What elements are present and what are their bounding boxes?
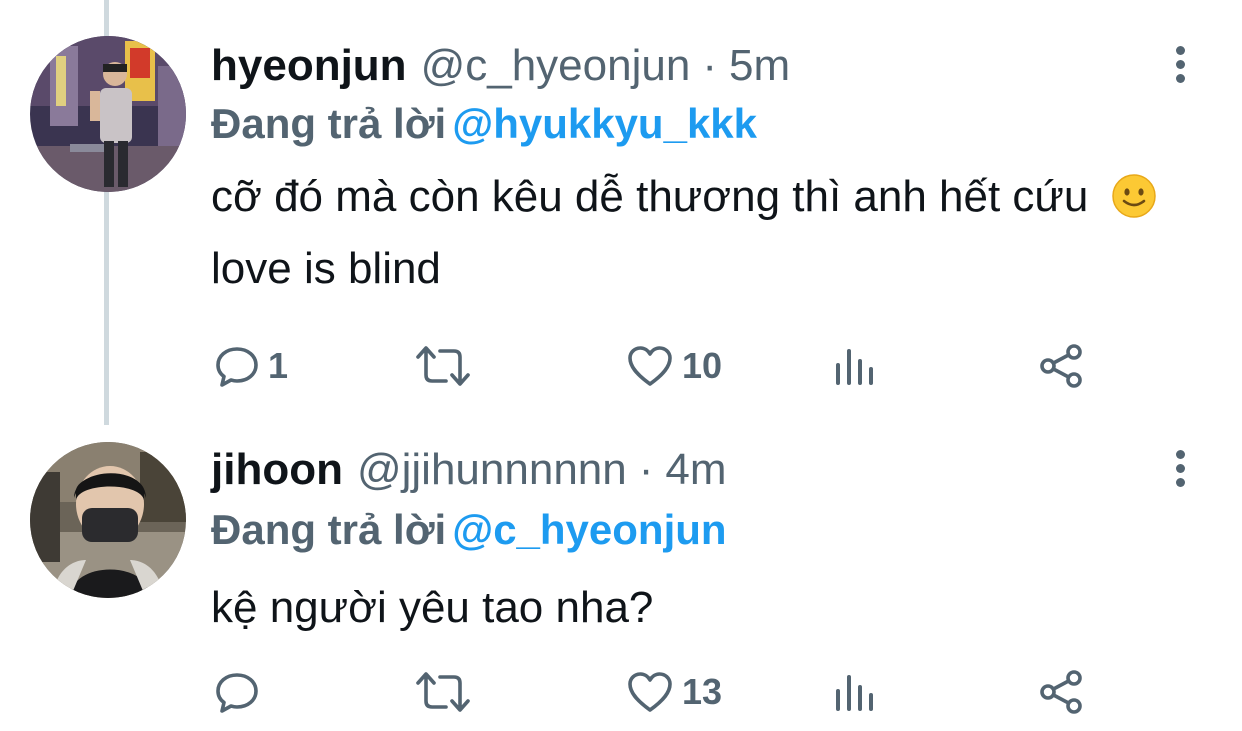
tweet-text-part: love is blind [211,244,441,293]
analytics-button[interactable] [834,340,876,392]
mention-link[interactable]: @hyukkyu_kkk [452,100,757,147]
reply-button[interactable]: 1 [214,340,288,392]
reply-count: 1 [268,345,289,386]
display-name[interactable]: hyeonjun [211,38,407,94]
display-name[interactable]: jihoon [211,442,343,498]
slightly-smiling-face-icon [1111,173,1157,219]
separator: · [638,445,654,494]
mention-link[interactable]: @c_hyeonjun [452,506,726,553]
user-handle[interactable]: @c_hyeonjun [421,38,691,94]
tweet-actions: 13 [0,666,1242,718]
tweet-header: hyeonjun @c_hyeonjun · 5m [211,38,790,94]
share-button[interactable] [1038,666,1084,718]
replying-to: Đang trả lời @c_hyeonjun [211,504,727,556]
share-button[interactable] [1038,340,1084,392]
analytics-icon [836,349,873,385]
avatar[interactable] [30,36,186,192]
timestamp[interactable]: 5m [729,38,790,94]
tweet-text-part: kệ người yêu tao nha? [211,583,654,632]
replying-to-label: Đang trả lời [211,100,447,147]
like-count: 10 [682,345,723,386]
user-handle[interactable]: @jjihunnnnnn [357,442,627,498]
reply-button[interactable] [214,666,268,718]
like-button[interactable]: 10 [626,340,722,392]
analytics-icon [836,675,873,711]
avatar[interactable] [30,442,186,598]
reply-icon [216,347,258,387]
heart-icon [628,346,672,386]
like-button[interactable]: 13 [626,666,722,718]
tweet[interactable]: jihoon @jjihunnnnnn · 4m Đang trả lời @c_… [0,420,1242,731]
analytics-button[interactable] [834,666,876,718]
replying-to: Đang trả lời @hyukkyu_kkk [211,98,757,150]
replying-to-label: Đang trả lời [211,506,447,553]
tweet[interactable]: hyeonjun @c_hyeonjun · 5m Đang trả lời @h… [0,0,1242,400]
tweet-header: jihoon @jjihunnnnnn · 4m [211,442,727,498]
separator: · [702,41,717,90]
retweet-icon [416,346,470,386]
share-icon [1040,670,1082,714]
retweet-button[interactable] [414,340,480,392]
tweet-text: kệ người yêu tao nha? [211,572,1211,644]
like-count: 13 [682,671,723,712]
tweet-thread: hyeonjun @c_hyeonjun · 5m Đang trả lời @h… [0,0,1242,731]
reply-icon [216,673,258,713]
tweet-text-part: cỡ đó mà còn kêu dễ thương thì anh hết c… [211,172,1089,221]
more-vertical-icon[interactable] [1168,450,1192,490]
timestamp[interactable]: 4m [665,442,726,498]
share-icon [1040,344,1082,388]
retweet-icon [416,672,470,712]
heart-icon [628,672,672,712]
more-vertical-icon[interactable] [1168,46,1192,86]
retweet-button[interactable] [414,666,480,718]
tweet-text: cỡ đó mà còn kêu dễ thương thì anh hết c… [211,161,1211,305]
tweet-actions: 1 10 [0,340,1242,392]
